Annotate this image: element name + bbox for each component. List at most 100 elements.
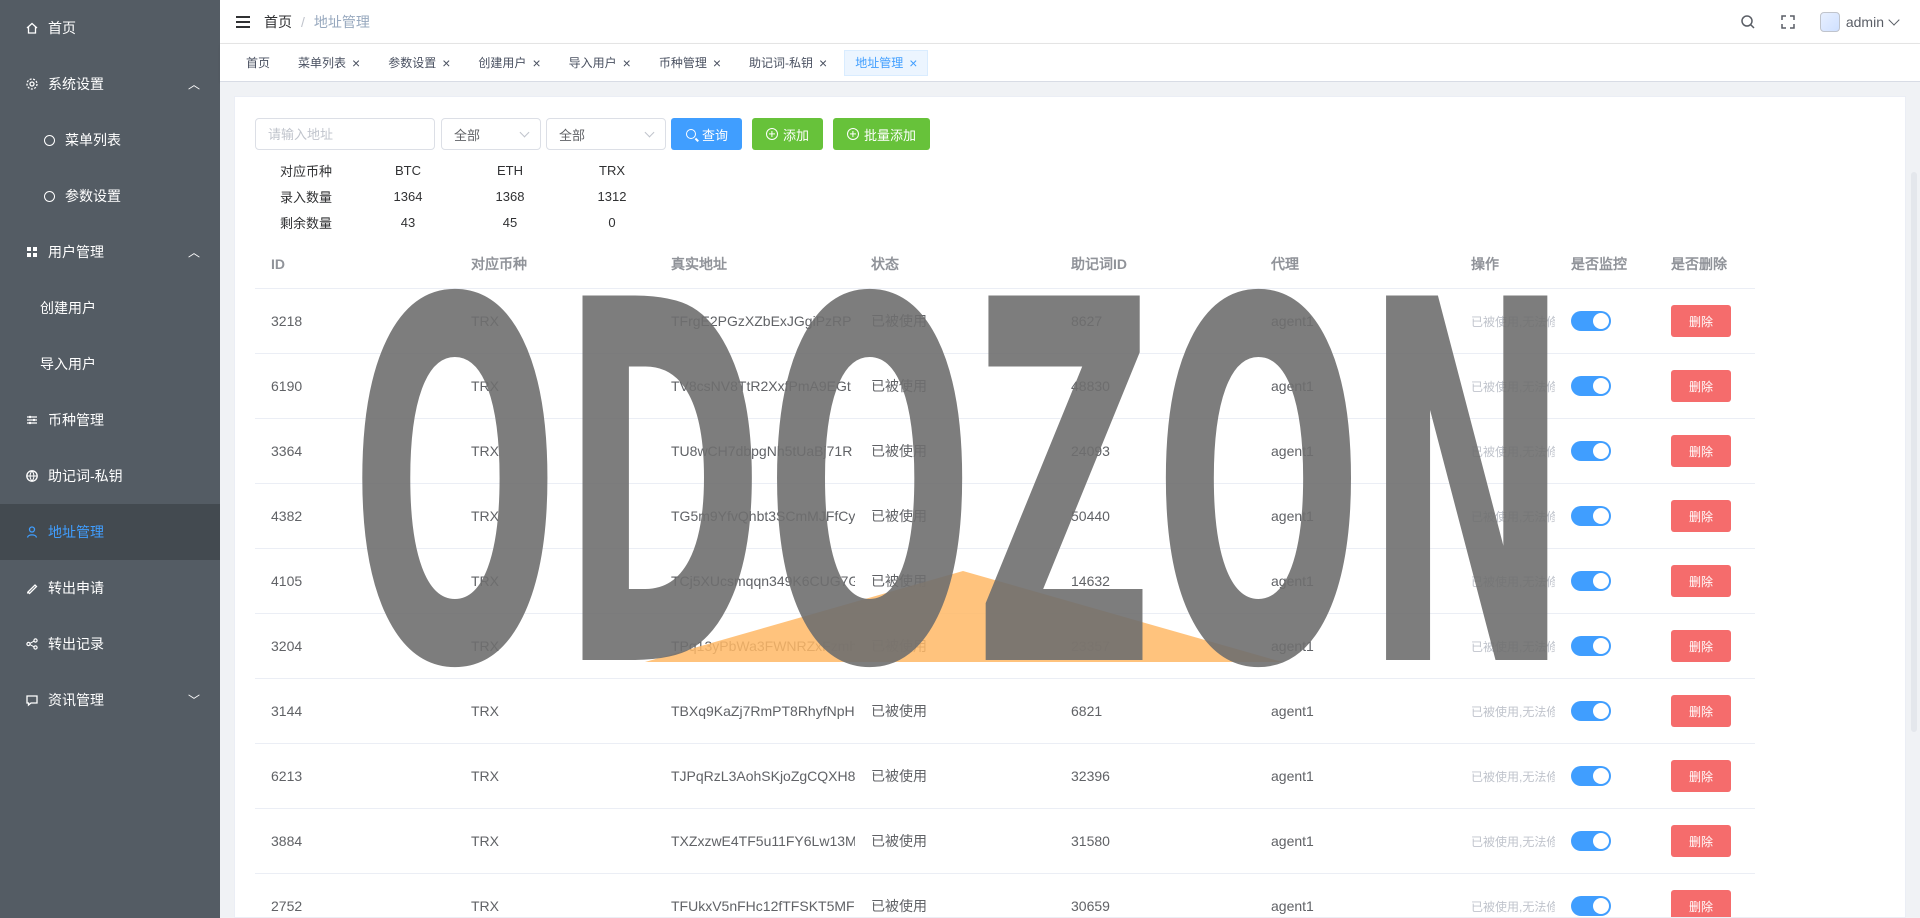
share-icon (24, 636, 40, 652)
main-content: 全部 全部 查询 添加 批量添加 (220, 82, 1920, 918)
delete-button[interactable]: 删除 (1671, 435, 1731, 467)
delete-button[interactable]: 删除 (1671, 630, 1731, 662)
table-body: 3218 TRX TFrgE2PGzXZbExJGgiPzRP 已被使用 8627 age… (255, 289, 1755, 917)
top-header: 首页 / 地址管理 admin (220, 0, 1920, 44)
sidebar-item-withdraw-records[interactable]: 转出记录 (0, 616, 220, 672)
username[interactable]: admin (1846, 14, 1884, 30)
tab-home[interactable]: 首页 (235, 49, 282, 76)
add-button[interactable]: 添加 (752, 118, 824, 150)
delete-button[interactable]: 删除 (1671, 825, 1731, 857)
delete-button[interactable]: 删除 (1671, 305, 1731, 337)
monitor-toggle[interactable] (1571, 376, 1611, 396)
tab-menu-list[interactable]: 菜单列表 × (287, 49, 372, 76)
hamburger-icon[interactable] (236, 15, 250, 28)
stats-row: 录入数量 1364 1368 1312 (255, 183, 663, 209)
sidebar-item-label: 创建用户 (40, 300, 96, 316)
delete-button[interactable]: 删除 (1671, 370, 1731, 402)
row-coin: TRX (471, 833, 499, 849)
stats-cell: 0 (608, 214, 616, 230)
close-icon[interactable]: × (713, 51, 721, 75)
close-icon[interactable]: × (532, 51, 540, 75)
column-header: 操作 (1471, 255, 1499, 272)
button-label: 批量添加 (864, 127, 917, 143)
pen-icon (24, 580, 40, 596)
sidebar-item-user-management[interactable]: 用户管理 ︿ (0, 224, 220, 280)
row-address: TBXq9KaZj7RmPT8RhyfNpH (671, 703, 855, 719)
tab-mnemonic-key[interactable]: 助记词-私钥 × (738, 49, 839, 76)
sidebar-item-address-management[interactable]: 地址管理 (0, 504, 220, 560)
sidebar-item-label: 导入用户 (40, 356, 96, 372)
sidebar-item-import-user[interactable]: 导入用户 (0, 336, 220, 392)
breadcrumb-current: 地址管理 (313, 13, 370, 30)
sidebar-item-system-settings[interactable]: 系统设置 ︿ (0, 56, 220, 112)
row-state: 已被使用 (871, 378, 927, 394)
sidebar-item-withdraw-request[interactable]: 转出申请 (0, 560, 220, 616)
delete-button[interactable]: 删除 (1671, 890, 1731, 917)
delete-button[interactable]: 删除 (1671, 565, 1731, 597)
row-state: 已被使用 (871, 508, 927, 524)
monitor-toggle[interactable] (1571, 571, 1611, 591)
table-header: ID 对应币种 真实地址 状态 助记词ID 代理 操作 是否监控 是否删除 (255, 239, 1755, 289)
sidebar-item-mnemonic-key[interactable]: 助记词-私钥 (0, 448, 220, 504)
row-id: 4382 (271, 508, 303, 524)
tab-import-user[interactable]: 导入用户 × (557, 49, 642, 76)
monitor-toggle[interactable] (1571, 506, 1611, 526)
sidebar-item-create-user[interactable]: 创建用户 (0, 280, 220, 336)
tab-param-settings[interactable]: 参数设置 × (377, 49, 462, 76)
row-operation: 已被使用,无法修改 (1471, 639, 1555, 654)
user-icon (24, 524, 40, 540)
monitor-toggle[interactable] (1571, 896, 1611, 916)
scrollbar[interactable] (1911, 172, 1917, 732)
sidebar-item-coin-management[interactable]: 币种管理 (0, 392, 220, 448)
monitor-toggle[interactable] (1571, 766, 1611, 786)
monitor-toggle[interactable] (1571, 636, 1611, 656)
breadcrumb-home[interactable]: 首页 (264, 12, 292, 32)
delete-button[interactable]: 删除 (1671, 695, 1731, 727)
search-icon[interactable] (1740, 14, 1756, 30)
sidebar-item-home[interactable]: 首页 (0, 0, 220, 56)
monitor-toggle[interactable] (1571, 441, 1611, 461)
close-icon[interactable]: × (909, 51, 917, 75)
stats-header-row: 对应币种 BTC ETH TRX (255, 157, 663, 183)
coin-select[interactable]: 全部 (441, 118, 541, 150)
sidebar-item-param-settings[interactable]: 参数设置 (0, 168, 220, 224)
avatar[interactable] (1819, 12, 1840, 32)
fullscreen-icon[interactable] (1780, 14, 1796, 30)
close-icon[interactable]: × (352, 51, 360, 75)
chevron-down-icon[interactable] (1888, 14, 1900, 26)
batch-add-button[interactable]: 批量添加 (833, 118, 931, 150)
delete-button[interactable]: 删除 (1671, 500, 1731, 532)
row-delete-cell: 删除 (1655, 630, 1755, 662)
tab-label: 首页 (246, 55, 271, 70)
stats-cell: 1364 (393, 188, 423, 204)
delete-button[interactable]: 删除 (1671, 760, 1731, 792)
monitor-toggle[interactable] (1571, 311, 1611, 331)
close-icon[interactable]: × (819, 51, 827, 75)
tab-address-management[interactable]: 地址管理 × (844, 49, 929, 76)
stats-cell: TRX (599, 162, 625, 178)
monitor-toggle[interactable] (1571, 831, 1611, 851)
stats-cell: 剩余数量 (279, 215, 332, 231)
tab-coin-management[interactable]: 币种管理 × (647, 49, 733, 76)
row-monitor-cell (1555, 441, 1655, 461)
address-search-input[interactable] (255, 118, 435, 150)
select-value: 全部 (559, 127, 586, 143)
sidebar-item-news-management[interactable]: 资讯管理 ﹀ (0, 672, 220, 728)
stats-cell: 1368 (495, 188, 525, 204)
row-monitor-cell (1555, 896, 1655, 916)
row-mnemonic-id: 23357 (1071, 638, 1110, 654)
gear-icon (24, 76, 40, 92)
column-header: 代理 (1271, 255, 1299, 272)
status-select[interactable]: 全部 (546, 118, 666, 150)
chevron-up-icon: ︿ (187, 77, 200, 92)
tab-create-user[interactable]: 创建用户 × (467, 49, 552, 76)
search-button[interactable]: 查询 (671, 118, 743, 150)
close-icon[interactable]: × (442, 51, 450, 75)
row-agent: agent1 (1271, 768, 1314, 784)
monitor-toggle[interactable] (1571, 701, 1611, 721)
close-icon[interactable]: × (623, 51, 631, 75)
plus-circle-icon (847, 128, 860, 140)
row-state: 已被使用 (871, 573, 927, 589)
row-operation: 已被使用,无法修改 (1471, 379, 1555, 394)
sidebar-item-menu-list[interactable]: 菜单列表 (0, 112, 220, 168)
